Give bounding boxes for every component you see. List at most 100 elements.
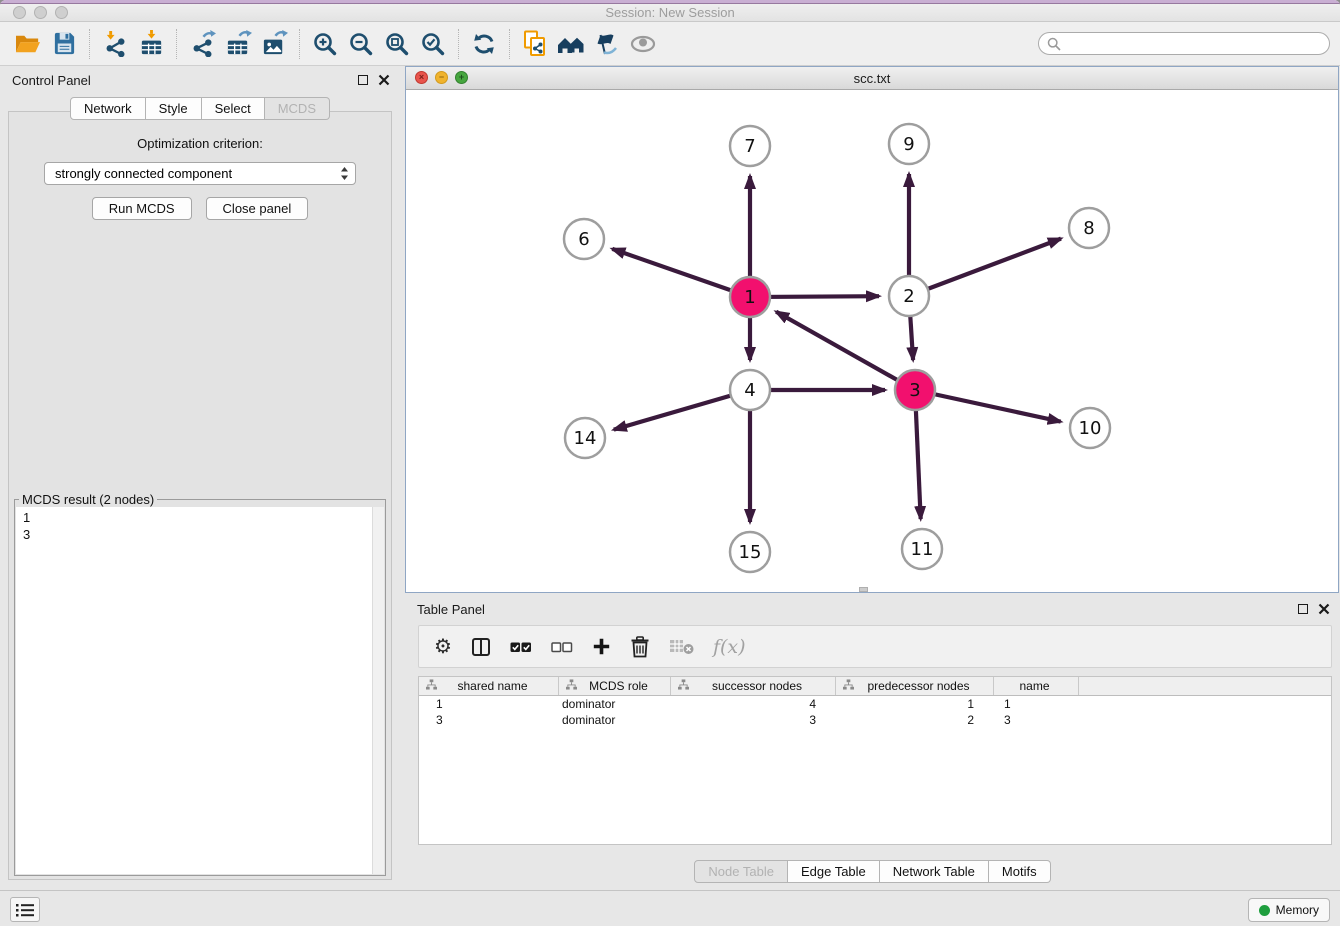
column-header-MCDS-role[interactable]: MCDS role	[559, 677, 671, 695]
network-window-titlebar[interactable]: × − + scc.txt	[406, 67, 1338, 90]
function-builder-icon: f(x)	[713, 636, 746, 658]
control-panel-tabs: NetworkStyleSelectMCDS	[0, 97, 400, 120]
column-header-successor-nodes[interactable]: successor nodes	[671, 677, 836, 695]
graph-node-9[interactable]: 9	[889, 124, 929, 164]
table-cell[interactable]: 2	[836, 712, 994, 728]
graph-node-10[interactable]: 10	[1070, 408, 1110, 448]
column-header-label: successor nodes	[689, 679, 831, 693]
graph-node-3[interactable]: 3	[895, 370, 935, 410]
task-history-button[interactable]	[10, 897, 40, 922]
close-panel-icon[interactable]	[378, 74, 390, 86]
run-mcds-button[interactable]: Run MCDS	[92, 197, 192, 220]
graph-node-8[interactable]: 8	[1069, 208, 1109, 248]
float-panel-icon[interactable]	[358, 75, 368, 85]
delete-column-icon[interactable]	[630, 636, 650, 658]
home-layout-icon[interactable]	[553, 28, 589, 60]
mcds-result-list[interactable]: 13	[16, 507, 384, 874]
table-cell[interactable]: 4	[671, 696, 836, 712]
graph-node-14[interactable]: 14	[565, 418, 605, 458]
table-cell[interactable]: 3	[994, 712, 1079, 728]
tab-node-table[interactable]: Node Table	[694, 860, 788, 883]
graph-edge-3-10[interactable]	[915, 390, 1061, 422]
save-session-icon[interactable]	[46, 28, 82, 60]
table-cell[interactable]: dominator	[559, 696, 671, 712]
table-cell[interactable]: 3	[419, 712, 559, 728]
tab-network[interactable]: Network	[70, 97, 146, 120]
refresh-icon[interactable]	[466, 28, 502, 60]
graph-node-7[interactable]: 7	[730, 126, 770, 166]
memory-button[interactable]: Memory	[1248, 898, 1330, 922]
table-cell[interactable]: 1	[994, 696, 1079, 712]
zoom-in-icon[interactable]	[307, 28, 343, 60]
graph-node-15[interactable]: 15	[730, 532, 770, 572]
mcds-result-item[interactable]: 3	[23, 526, 384, 543]
criterion-value: strongly connected component	[55, 166, 340, 181]
column-header-predecessor-nodes[interactable]: predecessor nodes	[836, 677, 994, 695]
mcds-result-item[interactable]: 1	[23, 509, 384, 526]
resize-handle[interactable]	[859, 587, 868, 592]
graph-edge-4-14[interactable]	[614, 390, 750, 430]
column-header-name[interactable]: name	[994, 677, 1079, 695]
table-panel-header: Table Panel	[405, 595, 1340, 623]
column-header-label: MCDS role	[577, 679, 666, 693]
result-scrollbar[interactable]	[372, 507, 384, 874]
table-row[interactable]: 3dominator323	[419, 712, 1331, 728]
table-cell[interactable]: 1	[419, 696, 559, 712]
graph-node-1[interactable]: 1	[730, 277, 770, 317]
style-paint-icon[interactable]	[589, 28, 625, 60]
float-table-panel-icon[interactable]	[1298, 604, 1308, 614]
toolbar-separator	[176, 29, 177, 59]
toolbar-separator	[458, 29, 459, 59]
add-column-icon[interactable]	[592, 637, 611, 656]
toolbar-separator	[299, 29, 300, 59]
zoom-out-icon[interactable]	[343, 28, 379, 60]
column-header-label: predecessor nodes	[854, 679, 989, 693]
settings-gear-icon[interactable]: ⚙	[434, 634, 452, 659]
tab-style[interactable]: Style	[146, 97, 202, 120]
zoom-selected-icon[interactable]	[415, 28, 451, 60]
table-row[interactable]: 1dominator411	[419, 696, 1331, 712]
graph-node-11[interactable]: 11	[902, 529, 942, 569]
search-box[interactable]	[1038, 32, 1330, 55]
close-panel-button[interactable]: Close panel	[206, 197, 309, 220]
clone-network-icon[interactable]	[517, 28, 553, 60]
table-cell[interactable]: dominator	[559, 712, 671, 728]
column-header-shared-name[interactable]: shared name	[419, 677, 559, 695]
svg-text:10: 10	[1079, 418, 1102, 439]
graph-edge-3-1[interactable]	[776, 312, 915, 390]
svg-text:8: 8	[1083, 218, 1094, 239]
close-table-panel-icon[interactable]	[1318, 603, 1330, 615]
table-cell[interactable]: 3	[671, 712, 836, 728]
graph-node-2[interactable]: 2	[889, 276, 929, 316]
optimization-criterion-label: Optimization criterion:	[9, 136, 391, 151]
table-cell[interactable]: 1	[836, 696, 994, 712]
criterion-select[interactable]: strongly connected component	[44, 162, 356, 185]
export-network-icon[interactable]	[184, 28, 220, 60]
tab-motifs[interactable]: Motifs	[989, 860, 1051, 883]
graph-edge-1-6[interactable]	[612, 249, 750, 297]
search-input[interactable]	[1066, 35, 1321, 52]
split-columns-icon[interactable]	[471, 637, 491, 657]
graph-edge-2-8[interactable]	[909, 239, 1061, 296]
combo-stepper-icon	[340, 166, 349, 181]
tab-network-table[interactable]: Network Table	[880, 860, 989, 883]
open-session-icon[interactable]	[10, 28, 46, 60]
network-canvas[interactable]: 7 9 6 8 1 2 4 3 14 10 15 11	[406, 90, 1338, 592]
window-title: Session: New Session	[0, 5, 1340, 20]
show-hide-icon[interactable]	[625, 28, 661, 60]
graph-node-6[interactable]: 6	[564, 219, 604, 259]
node-table: shared name MCDS role successor nodes prede…	[418, 676, 1332, 845]
tab-mcds[interactable]: MCDS	[265, 97, 330, 120]
unselect-all-columns-icon[interactable]	[551, 638, 573, 656]
tab-edge-table[interactable]: Edge Table	[788, 860, 880, 883]
select-all-columns-icon[interactable]	[510, 638, 532, 656]
svg-text:1: 1	[744, 287, 755, 308]
export-table-icon[interactable]	[220, 28, 256, 60]
tab-select[interactable]: Select	[202, 97, 265, 120]
control-panel-title: Control Panel	[12, 73, 91, 88]
graph-node-4[interactable]: 4	[730, 370, 770, 410]
import-table-icon[interactable]	[133, 28, 169, 60]
import-network-icon[interactable]	[97, 28, 133, 60]
zoom-fit-icon[interactable]	[379, 28, 415, 60]
export-image-icon[interactable]	[256, 28, 292, 60]
